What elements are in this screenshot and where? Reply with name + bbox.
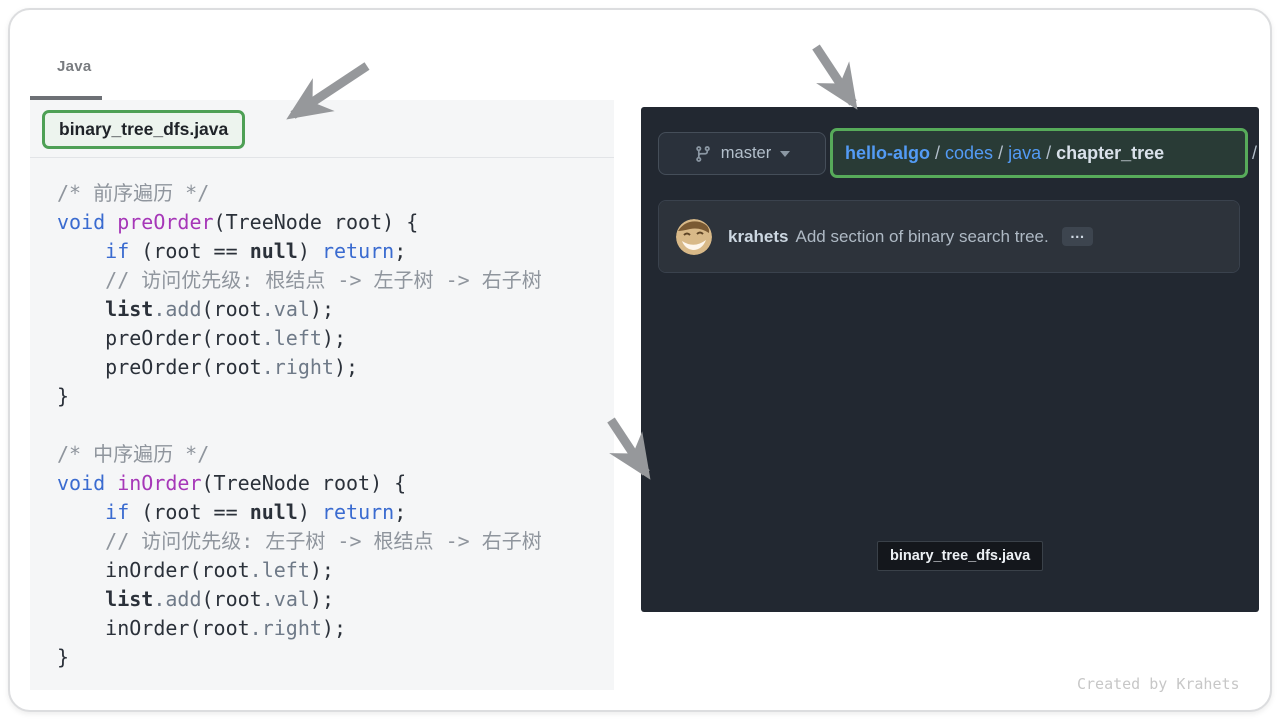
breadcrumb-highlight-box: hello-algo / codes / java / chapter_tree — [830, 128, 1248, 178]
avatar[interactable] — [676, 219, 712, 255]
code-line: preOrder(root.right); — [57, 353, 614, 382]
file-title-highlight-box: binary_tree_dfs.java — [42, 110, 245, 149]
code-line: if (root == null) return; — [57, 237, 614, 266]
breadcrumb-separator: / — [993, 143, 1008, 163]
code-line: void inOrder(TreeNode root) { — [57, 469, 614, 498]
code-line: preOrder(root.left); — [57, 324, 614, 353]
breadcrumb-segment-java[interactable]: java — [1008, 143, 1041, 163]
file-title-row: binary_tree_dfs.java — [30, 100, 614, 158]
chevron-down-icon — [780, 151, 790, 157]
code-line — [57, 411, 614, 440]
code-line: // 访问优先级: 左子树 -> 根结点 -> 右子树 — [57, 527, 614, 556]
code-line: inOrder(root.left); — [57, 556, 614, 585]
commit-author[interactable]: krahets — [728, 227, 788, 247]
code-line: list.add(root.val); — [57, 295, 614, 324]
breadcrumb-segment-chapter_tree: chapter_tree — [1056, 143, 1164, 163]
breadcrumb-trailing-slash: / — [1252, 143, 1257, 164]
commit-row: krahets Add section of binary search tre… — [659, 201, 1239, 272]
code-block: /* 前序遍历 */void preOrder(TreeNode root) {… — [30, 158, 614, 672]
code-line: // 访问优先级: 根结点 -> 左子树 -> 右子树 — [57, 266, 614, 295]
filename-tooltip: binary_tree_dfs.java — [877, 541, 1043, 571]
commit-message[interactable]: Add section of binary search tree. — [795, 227, 1048, 247]
code-line: } — [57, 643, 614, 672]
code-line: inOrder(root.right); — [57, 614, 614, 643]
code-line: /* 中序遍历 */ — [57, 440, 614, 469]
branch-selector-button[interactable]: master — [658, 132, 826, 175]
code-line: list.add(root.val); — [57, 585, 614, 614]
branch-name: master — [721, 144, 771, 163]
code-line: } — [57, 382, 614, 411]
breadcrumb-segment-hello-algo[interactable]: hello-algo — [845, 143, 930, 163]
commit-more-button[interactable]: … — [1062, 227, 1093, 246]
credit-text: Created by Krahets — [1077, 675, 1240, 693]
tab-java[interactable]: Java — [57, 58, 92, 75]
breadcrumb-segment-codes[interactable]: codes — [945, 143, 993, 163]
breadcrumb-separator: / — [930, 143, 945, 163]
file-title: binary_tree_dfs.java — [59, 119, 228, 140]
screenshot-root: Java binary_tree_dfs.java /* 前序遍历 */void… — [0, 0, 1280, 720]
breadcrumb: hello-algo / codes / java / chapter_tree — [845, 143, 1164, 164]
github-panel: master hello-algo / codes / java / chapt… — [641, 107, 1259, 612]
code-panel: binary_tree_dfs.java /* 前序遍历 */void preO… — [30, 100, 614, 690]
breadcrumb-separator: / — [1041, 143, 1056, 163]
code-line: if (root == null) return; — [57, 498, 614, 527]
commit-container: krahets Add section of binary search tre… — [658, 200, 1240, 273]
code-line: void preOrder(TreeNode root) { — [57, 208, 614, 237]
code-line: /* 前序遍历 */ — [57, 179, 614, 208]
git-branch-icon — [694, 145, 712, 163]
